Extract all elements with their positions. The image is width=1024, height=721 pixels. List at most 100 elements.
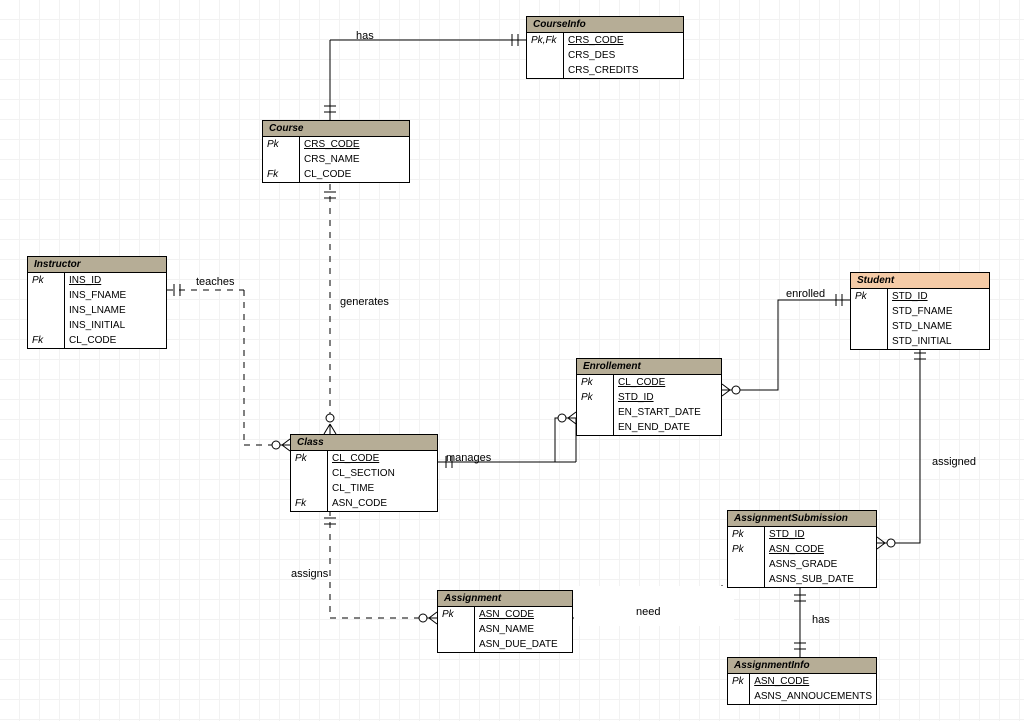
entity-title: Class (291, 435, 437, 451)
entity-attrs: PkCRS_CODECRS_NAMEFkCL_CODE (263, 137, 409, 182)
entity-student[interactable]: Student PkSTD_IDSTD_FNAMESTD_LNAMESTD_IN… (850, 272, 990, 350)
attr-name: STD_ID (765, 527, 877, 542)
entity-title: Instructor (28, 257, 166, 273)
attr-key: Fk (28, 333, 65, 348)
label-has-asninfo: has (812, 614, 830, 626)
attr-name: CL_SECTION (328, 466, 438, 481)
attr-name: STD_FNAME (888, 304, 990, 319)
entity-title: Assignment (438, 591, 572, 607)
attr-key (728, 689, 750, 704)
attr-name: STD_INITIAL (888, 334, 990, 349)
attr-name: INS_LNAME (65, 303, 167, 318)
attr-key: Pk (728, 527, 765, 542)
attr-key (263, 152, 300, 167)
attr-key: Pk (577, 390, 614, 405)
entity-courseinfo[interactable]: CourseInfo Pk,FkCRS_CODECRS_DESCRS_CREDI… (526, 16, 684, 79)
attr-key (728, 557, 765, 572)
attr-key: Pk (263, 137, 300, 152)
attr-name: STD_ID (614, 390, 722, 405)
attr-key: Fk (263, 167, 300, 182)
entity-course[interactable]: Course PkCRS_CODECRS_NAMEFkCL_CODE (262, 120, 410, 183)
attr-key: Pk (577, 375, 614, 390)
attr-key (291, 481, 328, 496)
entity-title: AssignmentInfo (728, 658, 876, 674)
attr-key (851, 304, 888, 319)
attr-key: Pk (438, 607, 475, 622)
entity-attrs: PkSTD_IDPkASN_CODEASNS_GRADEASNS_SUB_DAT… (728, 527, 876, 587)
entity-title: Student (851, 273, 989, 289)
attr-name: CL_CODE (65, 333, 167, 348)
attr-key: Pk (728, 542, 765, 557)
attr-key (577, 420, 614, 435)
attr-key (28, 303, 65, 318)
label-teaches: teaches (196, 276, 235, 288)
attr-name: CL_CODE (300, 167, 410, 182)
attr-name: CRS_NAME (300, 152, 410, 167)
attr-name: CRS_CODE (300, 137, 410, 152)
attr-name: CRS_DES (564, 48, 684, 63)
attr-key (527, 48, 564, 63)
attr-name: CRS_CODE (564, 33, 684, 48)
entity-class[interactable]: Class PkCL_CODECL_SECTIONCL_TIMEFkASN_CO… (290, 434, 438, 512)
attr-name: CL_CODE (328, 451, 438, 466)
attr-key (438, 622, 475, 637)
label-generates: generates (340, 296, 389, 308)
entity-attrs: Pk,FkCRS_CODECRS_DESCRS_CREDITS (527, 33, 683, 78)
attr-key (438, 637, 475, 652)
attr-name: ASN_CODE (750, 674, 876, 689)
entity-title: CourseInfo (527, 17, 683, 33)
attr-key (851, 319, 888, 334)
entity-attrs: PkASN_CODEASNS_ANNOUCEMENTS (728, 674, 876, 704)
entity-attrs: PkINS_IDINS_FNAMEINS_LNAMEINS_INITIALFkC… (28, 273, 166, 348)
entity-instructor[interactable]: Instructor PkINS_IDINS_FNAMEINS_LNAMEINS… (27, 256, 167, 349)
label-assigns: assigns (291, 568, 328, 580)
attr-name: CL_CODE (614, 375, 722, 390)
entity-attrs: PkSTD_IDSTD_FNAMESTD_LNAMESTD_INITIAL (851, 289, 989, 349)
label-manages: manages (446, 452, 491, 464)
attr-key: Pk,Fk (527, 33, 564, 48)
entity-assignment-info[interactable]: AssignmentInfo PkASN_CODEASNS_ANNOUCEMEN… (727, 657, 877, 705)
entity-title: Course (263, 121, 409, 137)
label-need: need (636, 606, 660, 618)
attr-key (28, 318, 65, 333)
entity-title: Enrollement (577, 359, 721, 375)
er-diagram-canvas: CourseInfo Pk,FkCRS_CODECRS_DESCRS_CREDI… (0, 0, 1024, 721)
attr-name: ASN_CODE (475, 607, 573, 622)
attr-name: CRS_CREDITS (564, 63, 684, 78)
attr-name: ASN_CODE (328, 496, 438, 511)
attr-key: Pk (28, 273, 65, 288)
label-has-courseinfo: has (356, 30, 374, 42)
attr-key (851, 334, 888, 349)
attr-name: ASNS_SUB_DATE (765, 572, 877, 587)
entity-title: AssignmentSubmission (728, 511, 876, 527)
attr-key: Pk (851, 289, 888, 304)
attr-key (527, 63, 564, 78)
attr-name: ASNS_ANNOUCEMENTS (750, 689, 876, 704)
attr-name: EN_START_DATE (614, 405, 722, 420)
entity-attrs: PkASN_CODEASN_NAMEASN_DUE_DATE (438, 607, 572, 652)
label-assigned: assigned (932, 456, 976, 468)
attr-name: ASN_NAME (475, 622, 573, 637)
attr-name: INS_INITIAL (65, 318, 167, 333)
attr-key: Fk (291, 496, 328, 511)
attr-name: ASN_DUE_DATE (475, 637, 573, 652)
label-enrolled: enrolled (786, 288, 825, 300)
attr-key (291, 466, 328, 481)
attr-key (728, 572, 765, 587)
attr-name: STD_ID (888, 289, 990, 304)
attr-name: INS_ID (65, 273, 167, 288)
attr-name: STD_LNAME (888, 319, 990, 334)
entity-attrs: PkCL_CODEPkSTD_IDEN_START_DATEEN_END_DAT… (577, 375, 721, 435)
entity-attrs: PkCL_CODECL_SECTIONCL_TIMEFkASN_CODE (291, 451, 437, 511)
attr-name: CL_TIME (328, 481, 438, 496)
entity-assignment-submission[interactable]: AssignmentSubmission PkSTD_IDPkASN_CODEA… (727, 510, 877, 588)
entity-enrollement[interactable]: Enrollement PkCL_CODEPkSTD_IDEN_START_DA… (576, 358, 722, 436)
entity-assignment[interactable]: Assignment PkASN_CODEASN_NAMEASN_DUE_DAT… (437, 590, 573, 653)
attr-key: Pk (291, 451, 328, 466)
attr-name: ASNS_GRADE (765, 557, 877, 572)
attr-name: EN_END_DATE (614, 420, 722, 435)
attr-name: INS_FNAME (65, 288, 167, 303)
attr-key (28, 288, 65, 303)
attr-key (577, 405, 614, 420)
attr-key: Pk (728, 674, 750, 689)
